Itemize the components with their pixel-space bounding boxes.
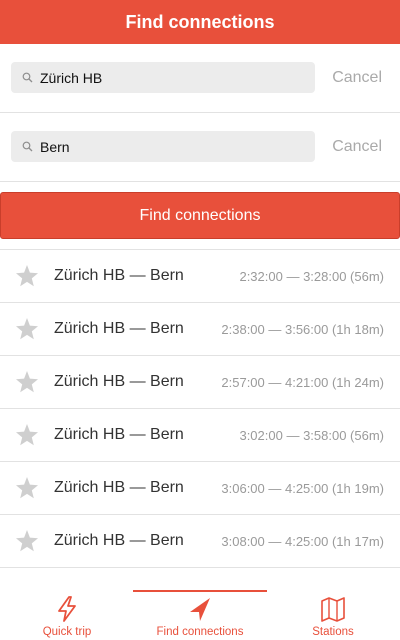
connection-time: 3:02:00 — 3:58:00 (56m) [239, 427, 384, 443]
connection-route: Zürich HB — Bern [54, 532, 184, 549]
tab-quick-trip[interactable]: Quick trip [27, 580, 107, 640]
connection-row[interactable]: Zürich HB — Bern 3:06:00 — 4:25:00 (1h 1… [0, 462, 400, 515]
star-icon[interactable] [15, 264, 39, 288]
search-icon [16, 62, 38, 93]
lightning-icon [58, 596, 76, 622]
find-connections-button[interactable]: Find connections [0, 192, 400, 239]
connection-row[interactable]: Zürich HB — Bern 2:57:00 — 4:21:00 (1h 2… [0, 356, 400, 409]
map-icon [321, 597, 345, 622]
connection-time: 2:57:00 — 4:21:00 (1h 24m) [221, 374, 384, 390]
page-title: Find connections [125, 11, 275, 32]
star-icon[interactable] [15, 423, 39, 447]
cancel-button[interactable]: Cancel [332, 62, 382, 93]
connection-time: 3:08:00 — 4:25:00 (1h 17m) [221, 533, 384, 549]
star-icon[interactable] [15, 529, 39, 553]
to-search-box[interactable] [11, 131, 315, 162]
cancel-button[interactable]: Cancel [332, 131, 382, 162]
star-icon[interactable] [15, 317, 39, 341]
search-icon [16, 131, 38, 162]
tab-bar: Quick trip Find connections Stations [0, 580, 400, 640]
tab-label: Quick trip [42, 626, 92, 638]
tab-find-connections[interactable]: Find connections [133, 590, 267, 640]
connection-row[interactable]: Zürich HB — Bern 2:38:00 — 3:56:00 (1h 1… [0, 303, 400, 356]
to-station-input[interactable] [38, 138, 315, 155]
connection-time: 3:06:00 — 4:25:00 (1h 19m) [221, 480, 384, 496]
tab-label: Find connections [156, 626, 244, 638]
tab-label: Stations [312, 626, 354, 638]
from-station-row: Cancel [0, 44, 400, 113]
navigation-arrow-icon [190, 598, 210, 621]
nav-header: Find connections [0, 0, 400, 44]
from-search-box[interactable] [11, 62, 315, 93]
from-station-input[interactable] [38, 69, 315, 86]
to-station-row: Cancel [0, 113, 400, 182]
connection-route: Zürich HB — Bern [54, 479, 184, 496]
connection-row[interactable]: Zürich HB — Bern 2:32:00 — 3:28:00 (56m) [0, 250, 400, 303]
connection-time: 2:38:00 — 3:56:00 (1h 18m) [221, 321, 384, 337]
connection-route: Zürich HB — Bern [54, 320, 184, 337]
connections-list: Zürich HB — Bern 2:32:00 — 3:28:00 (56m)… [0, 249, 400, 568]
connection-row[interactable]: Zürich HB — Bern 3:08:00 — 4:25:00 (1h 1… [0, 515, 400, 568]
tab-stations[interactable]: Stations [293, 580, 373, 640]
connection-time: 2:32:00 — 3:28:00 (56m) [239, 268, 384, 284]
connection-route: Zürich HB — Bern [54, 373, 184, 390]
star-icon[interactable] [15, 476, 39, 500]
connection-row[interactable]: Zürich HB — Bern 3:02:00 — 3:58:00 (56m) [0, 409, 400, 462]
connection-route: Zürich HB — Bern [54, 426, 184, 443]
star-icon[interactable] [15, 370, 39, 394]
connection-route: Zürich HB — Bern [54, 267, 184, 284]
